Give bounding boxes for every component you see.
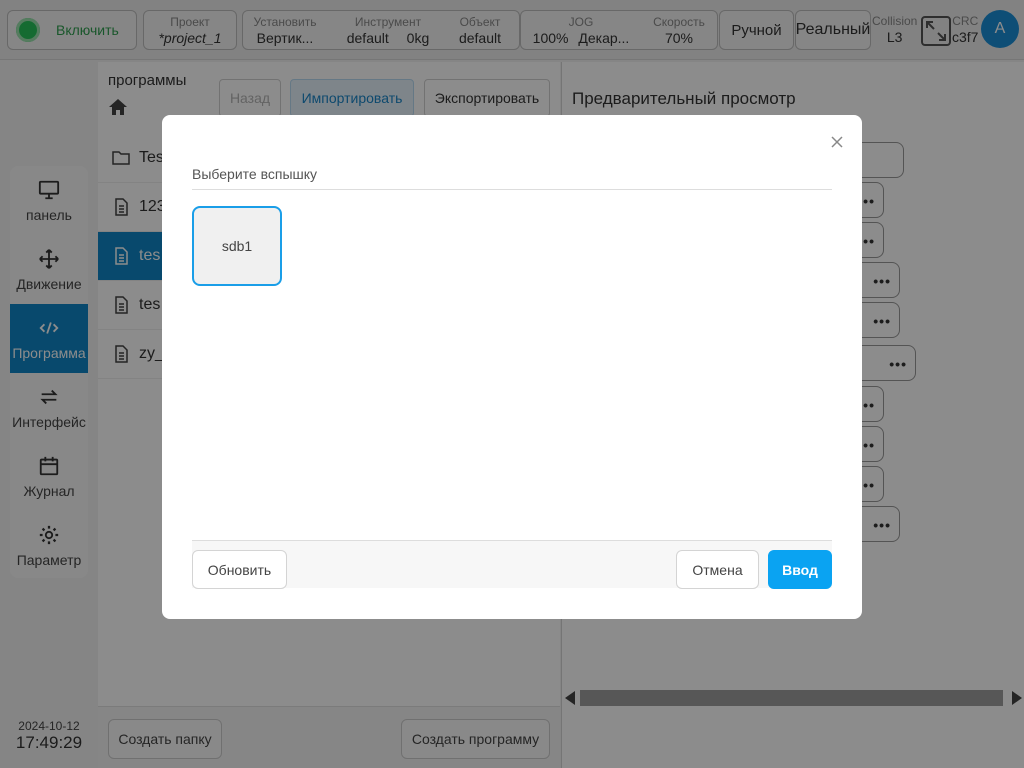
confirm-button[interactable]: Ввод	[768, 550, 832, 589]
dialog-footer: Обновить Отмена Ввод	[192, 540, 832, 589]
cancel-button[interactable]: Отмена	[676, 550, 759, 589]
divider	[192, 189, 832, 190]
dialog-title: Выберите вспышку	[192, 166, 318, 182]
refresh-button[interactable]: Обновить	[192, 550, 287, 589]
select-flash-dialog: Выберите вспышку sdb1 Обновить Отмена Вв…	[162, 115, 862, 619]
device-card-sdb1[interactable]: sdb1	[192, 206, 282, 286]
device-name: sdb1	[221, 238, 253, 254]
close-icon[interactable]	[830, 135, 844, 149]
